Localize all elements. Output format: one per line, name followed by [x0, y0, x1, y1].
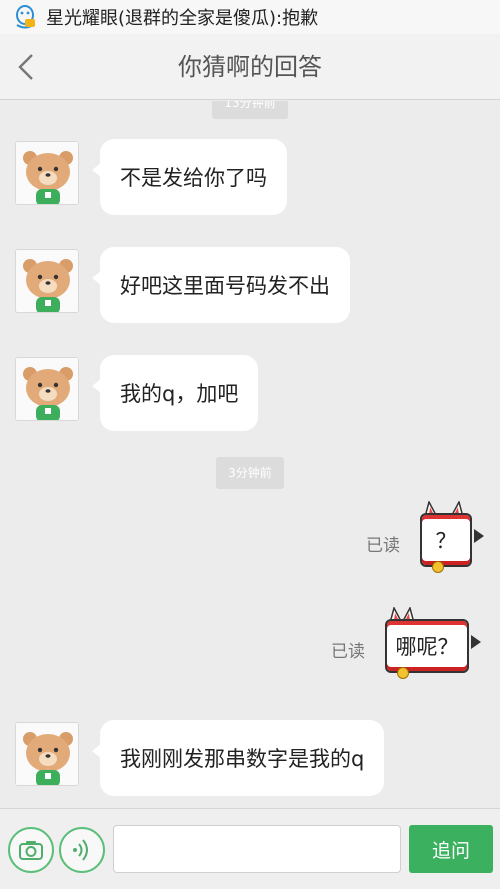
- read-status: 已读: [331, 642, 365, 662]
- message-bubble-in[interactable]: 不是发给你了吗: [92, 139, 287, 215]
- message-bubble-out[interactable]: 哪呢？: [385, 607, 481, 679]
- voice-icon: [73, 839, 88, 861]
- message-bubble-out[interactable]: ？: [420, 501, 484, 573]
- bell-icon: [432, 561, 444, 573]
- message-text: 哪呢？: [385, 619, 469, 673]
- chat-header: 你猜啊的回答: [0, 34, 500, 100]
- avatar[interactable]: [15, 249, 79, 313]
- message-bubble-in[interactable]: 我的q，加吧: [91, 355, 259, 431]
- input-bar: 追问: [0, 808, 500, 889]
- qq-penguin-icon: [12, 4, 38, 30]
- bear-avatar-icon: [16, 142, 78, 204]
- message-input[interactable]: [113, 825, 401, 873]
- bear-avatar-icon: [16, 723, 78, 785]
- send-button[interactable]: 追问: [409, 825, 493, 873]
- page-title: 你猜啊的回答: [178, 53, 322, 81]
- bell-icon: [397, 667, 409, 679]
- message-text: ？: [420, 513, 472, 567]
- notification-text: 星光耀眼(退群的全家是傻瓜):抱歉: [46, 8, 319, 29]
- timestamp-label: 3分钟前: [216, 457, 284, 489]
- bear-avatar-icon: [16, 358, 78, 420]
- camera-icon: [19, 841, 43, 860]
- bubble-tail: [474, 529, 484, 543]
- camera-button[interactable]: [8, 827, 54, 873]
- message-bubble-in[interactable]: 我刚刚发那串数字是我的q: [91, 720, 385, 796]
- bubble-tail: [471, 635, 481, 649]
- bear-avatar-icon: [16, 250, 78, 312]
- notification-bar[interactable]: 星光耀眼(退群的全家是傻瓜):抱歉: [0, 0, 500, 34]
- voice-button[interactable]: [59, 827, 105, 873]
- read-status: 已读: [366, 536, 400, 556]
- message-bubble-in[interactable]: 好吧这里面号码发不出: [92, 247, 350, 323]
- timestamp-label: 13分钟前: [212, 101, 288, 119]
- avatar[interactable]: [15, 357, 79, 421]
- avatar[interactable]: [15, 722, 79, 786]
- chat-list[interactable]: 13分钟前 不是发给你了吗 好吧这里面号码发不出 我的q，加吧 3分钟前 已读 …: [0, 101, 500, 808]
- avatar[interactable]: [15, 141, 79, 205]
